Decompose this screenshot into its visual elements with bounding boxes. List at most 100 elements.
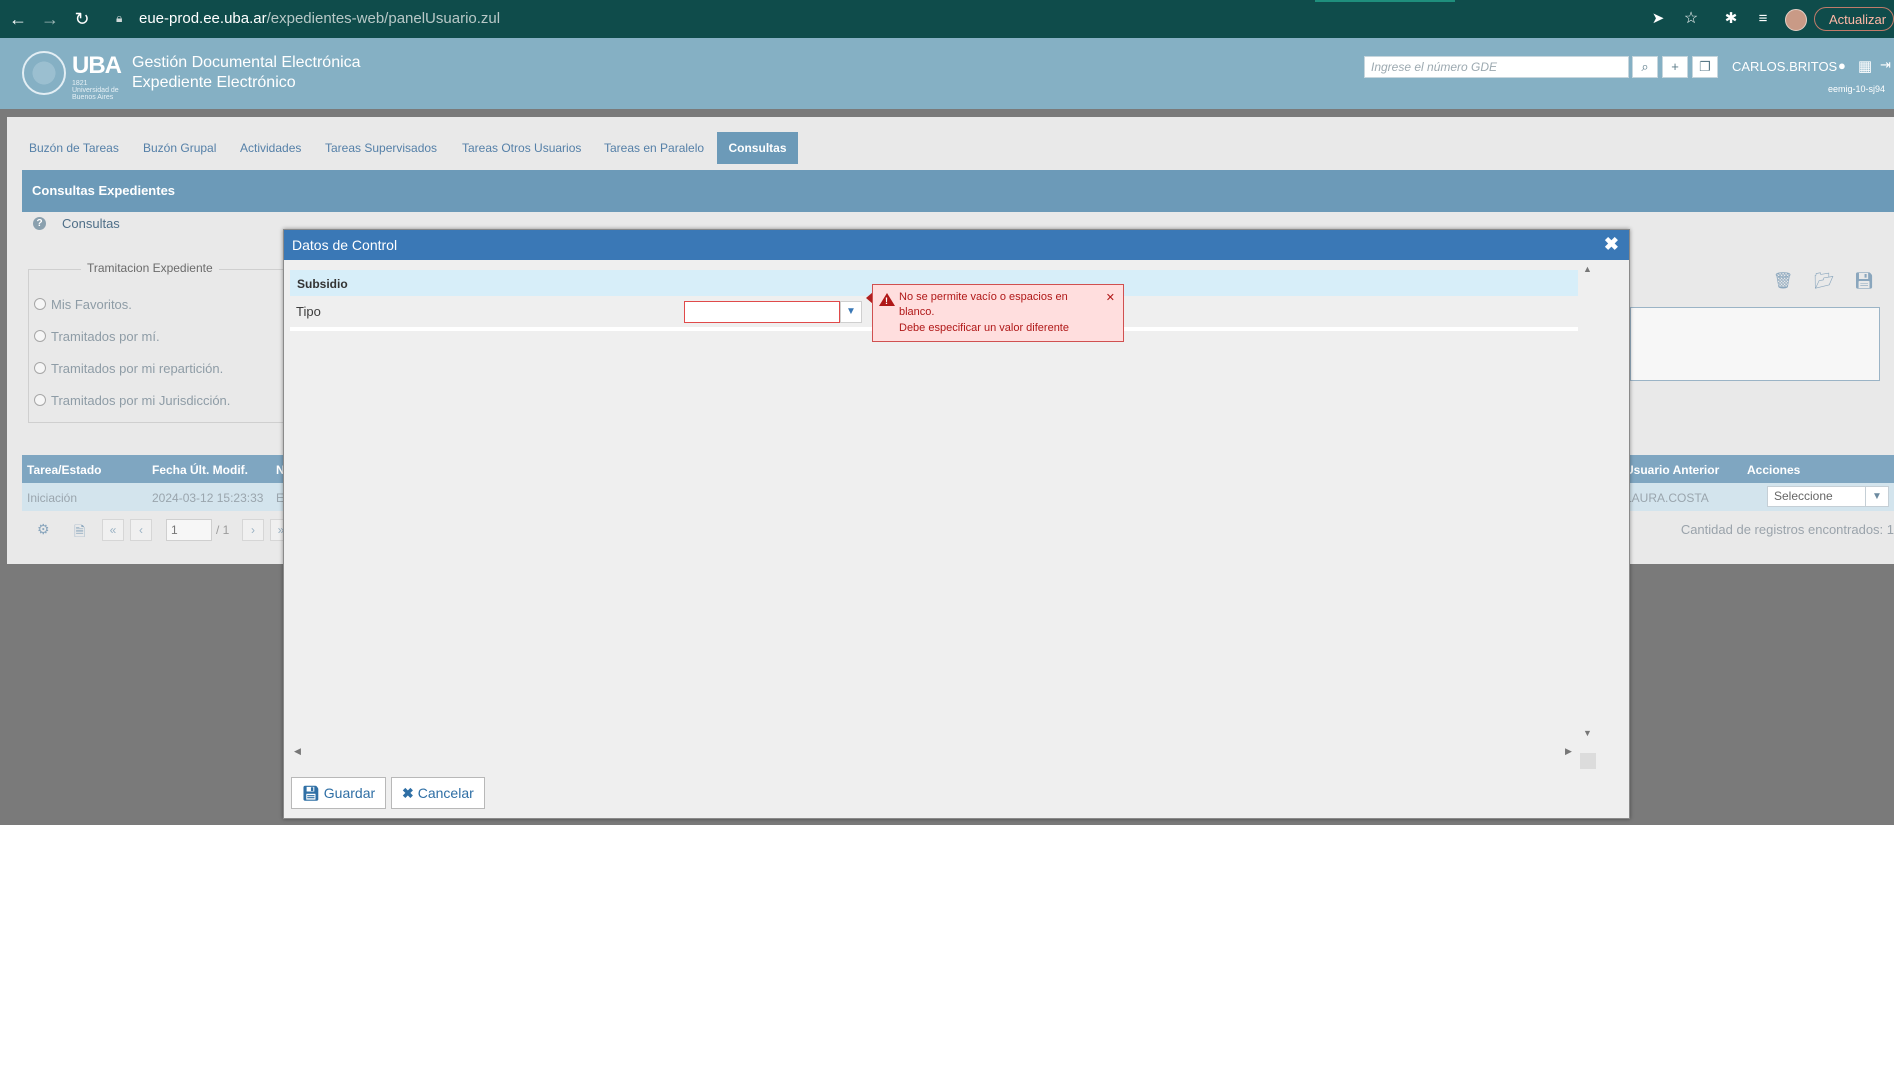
app-title: Gestión Documental Electrónica <box>132 54 361 71</box>
forward-icon[interactable]: → <box>39 8 61 30</box>
radio-circle[interactable] <box>34 394 46 406</box>
save-button[interactable]: 💾︎ Guardar <box>291 777 387 809</box>
tramitacion-legend: Tramitacion Expediente <box>81 261 219 275</box>
app-subtitle: Expediente Electrónico <box>132 74 296 91</box>
settings-icon[interactable]: ⚙ <box>37 521 50 538</box>
dialog-titlebar: Datos de Control ✖ <box>284 230 1629 260</box>
validation-error-popup: ! No se permite vacío o espacios en blan… <box>872 284 1124 342</box>
browser-toolbar: ← → ↻ 🔒︎ eue-prod.ee.uba.ar/expedientes-… <box>0 0 1894 38</box>
cancel-button[interactable]: ✖ Cancelar <box>391 777 485 809</box>
col-usuario-anterior[interactable]: Usuario Anterior <box>1625 463 1719 477</box>
tab-tareas-paralelo[interactable]: Tareas en Paralelo <box>604 141 704 155</box>
filter-toolbar: 🗑︎ 📂︎ 💾︎ <box>1630 263 1894 299</box>
subsidio-label: Subsidio <box>297 277 348 291</box>
error-message: No se permite vacío o espacios en blanco… <box>899 291 1068 318</box>
scroll-left-icon[interactable]: ◀ <box>294 746 301 757</box>
scroll-up-icon[interactable]: ▲ <box>1583 264 1592 274</box>
cell-tarea: Iniciación <box>27 491 78 505</box>
uba-seal-logo <box>22 51 66 95</box>
plus-icon[interactable]: + <box>1662 56 1688 78</box>
radio-mis-favoritos[interactable]: Mis Favoritos. <box>34 297 132 312</box>
scroll-down-icon[interactable]: ▼ <box>1583 728 1592 738</box>
horizontal-scrollbar[interactable]: ◀ ▶ <box>290 742 1578 758</box>
export-icon[interactable]: 🗎︎ <box>74 521 85 545</box>
trash-icon[interactable]: 🗑︎ <box>1773 271 1793 291</box>
url-path: /expedientes-web/panelUsuario.zul <box>266 10 501 27</box>
col-acciones[interactable]: Acciones <box>1747 463 1800 477</box>
tab-actividades[interactable]: Actividades <box>240 141 301 155</box>
dialog-title: Datos de Control <box>292 237 398 253</box>
cancel-label: Cancelar <box>417 785 474 801</box>
chevron-down-icon[interactable]: ▼ <box>840 301 862 323</box>
send-icon[interactable]: ➤ <box>1647 8 1669 30</box>
star-icon[interactable]: ☆ <box>1680 8 1702 30</box>
save-icon: 💾︎ <box>302 785 320 801</box>
radio-tramitados-por-mi[interactable]: Tramitados por mí. <box>34 329 160 344</box>
radio-circle[interactable] <box>34 330 46 342</box>
copy-icon[interactable]: ❐ <box>1692 56 1718 78</box>
warning-mark: ! <box>885 296 888 306</box>
extensions-icon[interactable]: ✱ <box>1720 8 1742 30</box>
cell-usuario-anterior: LAURA.COSTA <box>1625 491 1709 505</box>
folder-open-icon[interactable]: 📂︎ <box>1814 271 1834 291</box>
filter-textarea[interactable] <box>1630 307 1880 381</box>
tab-consultas[interactable]: Consultas <box>717 132 798 164</box>
section-title: Consultas Expedientes <box>32 183 176 198</box>
server-id: eemig-10-sj94 <box>1828 84 1886 94</box>
address-bar[interactable]: eue-prod.ee.uba.ar/expedientes-web/panel… <box>139 10 500 27</box>
exit-icon[interactable]: ⇥ <box>1880 57 1891 73</box>
tab-buzon-grupal[interactable]: Buzón Grupal <box>143 141 216 155</box>
reload-icon[interactable]: ↻ <box>71 8 93 30</box>
update-button[interactable]: Actualizar <box>1814 7 1894 31</box>
close-icon[interactable]: ✖ <box>1604 234 1619 255</box>
section-header: Consultas Expedientes <box>22 170 1894 212</box>
radio-label: Tramitados por mi Jurisdicción. <box>51 393 231 408</box>
reading-list-icon[interactable]: ≡ <box>1752 8 1774 30</box>
save-label: Guardar <box>323 785 376 801</box>
tipo-combobox[interactable] <box>684 301 840 323</box>
close-icon[interactable]: ✕ <box>1106 291 1115 304</box>
scroll-corner <box>1580 753 1596 769</box>
back-icon[interactable]: ← <box>7 8 29 30</box>
user-icon[interactable]: ● <box>1838 58 1846 73</box>
vertical-scrollbar[interactable]: ▲ ▼ <box>1578 264 1596 738</box>
apps-grid-icon[interactable]: ▦ <box>1858 57 1872 75</box>
radio-circle[interactable] <box>34 298 46 310</box>
radio-label: Mis Favoritos. <box>51 297 132 312</box>
cell-fecha: 2024-03-12 15:23:33 <box>152 491 264 505</box>
error-hint: Debe especificar un valor diferente <box>899 322 1069 334</box>
chevron-down-icon[interactable]: ▼ <box>1865 487 1888 506</box>
consultas-label: Consultas <box>62 216 120 231</box>
user-name[interactable]: CARLOS.BRITOS <box>1732 59 1837 74</box>
help-icon[interactable]: ? <box>33 217 46 230</box>
tab-tareas-supervisados[interactable]: Tareas Supervisados <box>325 141 437 155</box>
prev-page-icon[interactable]: ‹ <box>130 519 152 541</box>
tab-tareas-otros-usuarios[interactable]: Tareas Otros Usuarios <box>462 141 581 155</box>
radio-tramitados-jurisdiccion[interactable]: Tramitados por mi Jurisdicción. <box>34 393 230 408</box>
page-total: / 1 <box>216 523 230 537</box>
app-header: UBA 1821 Universidad de Buenos Aires Ges… <box>0 38 1894 109</box>
page-input[interactable]: 1 <box>166 519 212 541</box>
url-host: eue-prod.ee.uba.ar <box>139 10 267 27</box>
first-page-icon[interactable]: « <box>102 519 124 541</box>
tipo-label: Tipo <box>296 304 321 319</box>
save-filter-icon[interactable]: 💾︎ <box>1854 271 1874 291</box>
radio-tramitados-reparticion[interactable]: Tramitados por mi repartición. <box>34 361 223 376</box>
col-fecha[interactable]: Fecha Últ. Modif. <box>152 463 248 477</box>
next-page-icon[interactable]: › <box>242 519 264 541</box>
tab-accent <box>1315 0 1455 2</box>
tramitacion-fieldset: Tramitacion Expediente Mis Favoritos. Tr… <box>28 261 288 423</box>
lock-icon: 🔒︎ <box>116 11 123 25</box>
acciones-select[interactable]: Seleccione ▼ <box>1767 486 1889 507</box>
profile-avatar[interactable] <box>1785 9 1807 31</box>
gde-search-input[interactable]: Ingrese el número GDE <box>1364 56 1629 78</box>
logo-subtext: 1821 Universidad de Buenos Aires <box>72 80 119 101</box>
record-count: Cantidad de registros encontrados: 1 <box>1680 522 1894 537</box>
scroll-right-icon[interactable]: ▶ <box>1565 746 1572 757</box>
radio-circle[interactable] <box>34 362 46 374</box>
logo-text: UBA <box>72 52 122 79</box>
col-tarea[interactable]: Tarea/Estado <box>27 463 101 477</box>
tab-buzon-tareas[interactable]: Buzón de Tareas <box>29 141 119 155</box>
search-icon[interactable]: ⌕ <box>1632 56 1658 78</box>
radio-label: Tramitados por mí. <box>51 329 160 344</box>
